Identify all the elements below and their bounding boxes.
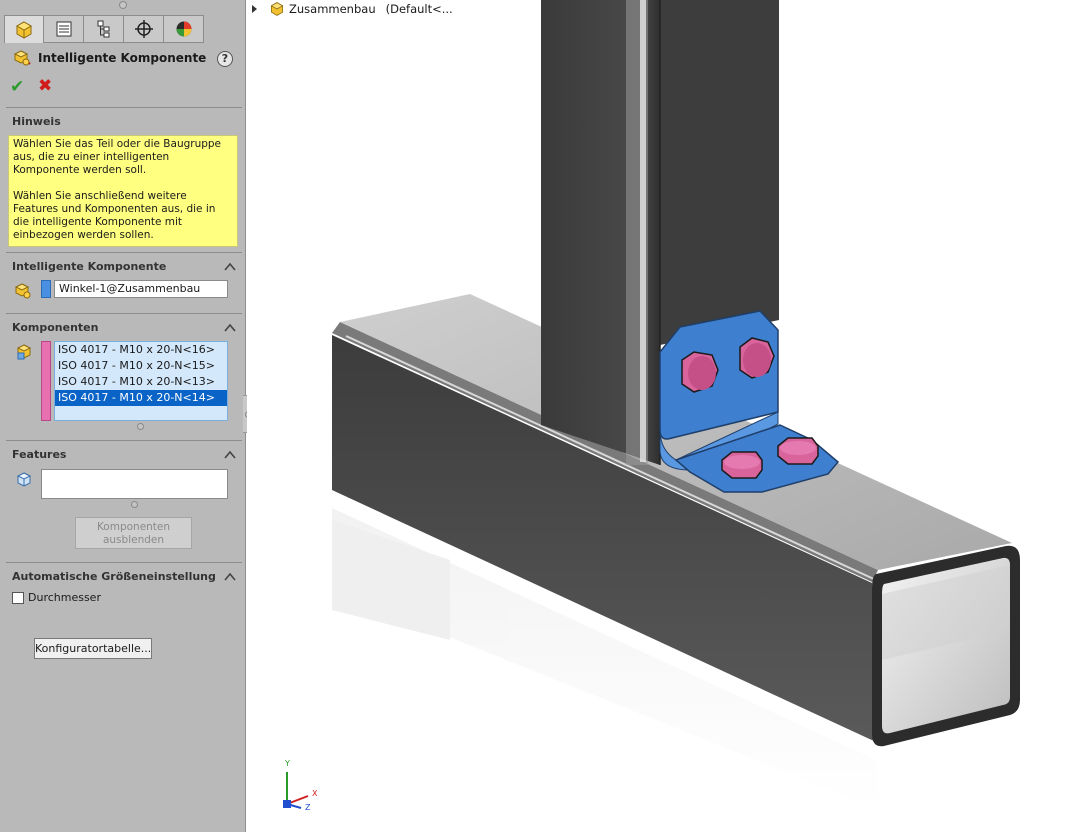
manager-tabbar: [4, 15, 204, 43]
tab-dimxpert-manager[interactable]: [124, 15, 164, 43]
diameter-checkbox[interactable]: [12, 592, 24, 604]
list-item-selected[interactable]: ISO 4017 - M10 x 20-N<14>: [55, 390, 227, 406]
list-item[interactable]: ISO 4017 - M10 x 20-N<16>: [55, 342, 227, 358]
feature-icon: [16, 472, 32, 487]
feature-tree-root[interactable]: Zusammenbau (Default<...: [252, 1, 453, 17]
listbox-resize-handle[interactable]: [137, 423, 144, 430]
collapse-chevron-icon[interactable]: [224, 262, 236, 271]
list-item[interactable]: ISO 4017 - M10 x 20-N<15>: [55, 358, 227, 374]
section-divider: [6, 107, 242, 108]
tab-configuration-manager[interactable]: [84, 15, 124, 43]
hide-components-label-line-1: Komponenten: [96, 521, 171, 533]
collapse-chevron-icon[interactable]: [224, 450, 236, 459]
hide-components-label-line-2: ausblenden: [102, 534, 165, 546]
smart-component-color-swatch: [41, 280, 51, 298]
collapse-chevron-icon[interactable]: [224, 572, 236, 581]
axis-label-z: Z: [305, 803, 311, 812]
smart-component-field[interactable]: Winkel-1@Zusammenbau: [54, 280, 228, 298]
hint-box: Wählen Sie das Teil oder die Baugruppe a…: [8, 135, 238, 247]
smart-component-icon: [13, 50, 31, 66]
features-resize-handle[interactable]: [131, 501, 138, 508]
section-divider: [6, 440, 242, 441]
features-section-header: Features: [12, 448, 67, 461]
components-listbox[interactable]: ISO 4017 - M10 x 20-N<16> ISO 4017 - M10…: [54, 341, 228, 421]
tab-display-manager[interactable]: [164, 15, 204, 43]
configuration-tree-icon: [97, 20, 109, 38]
hint-paragraph-2: Wählen Sie anschließend weitere Features…: [13, 190, 216, 241]
axis-label-x: X: [312, 789, 318, 798]
hide-components-button[interactable]: Komponenten ausblenden: [75, 517, 192, 549]
section-divider: [6, 313, 242, 314]
diameter-checkbox-label: Durchmesser: [28, 591, 101, 604]
section-divider: [6, 562, 242, 563]
bolt-14[interactable]: [777, 437, 819, 465]
list-item[interactable]: ISO 4017 - M10 x 20-N<13>: [55, 374, 227, 390]
graphics-area[interactable]: Zusammenbau (Default<... Y X Z: [247, 0, 1072, 832]
expand-arrow-icon[interactable]: [252, 5, 257, 13]
features-field[interactable]: [41, 469, 228, 499]
tab-property-manager[interactable]: [44, 15, 84, 43]
hint-paragraph-1: Wählen Sie das Teil oder die Baugruppe a…: [13, 138, 222, 176]
model-viewport[interactable]: [247, 0, 1072, 832]
bolt-16[interactable]: [681, 351, 719, 393]
property-manager-panel: Intelligente Komponente ? ✔ ✖ Hinweis Wä…: [0, 0, 246, 832]
appearance-sphere-icon: [176, 21, 191, 37]
ok-button[interactable]: ✔: [10, 77, 24, 97]
component-icon: [16, 344, 32, 360]
components-color-swatch: [41, 341, 51, 421]
pm-title-row: Intelligente Komponente: [12, 48, 206, 68]
assembly-icon: [15, 20, 33, 39]
axis-label-y: Y: [285, 759, 290, 768]
tree-root-label: Zusammenbau: [289, 2, 376, 16]
tree-config-label: (Default<...: [385, 2, 453, 16]
tab-feature-manager[interactable]: [4, 15, 44, 43]
smart-component-icon: [14, 283, 31, 299]
property-list-icon: [56, 21, 71, 37]
collapse-chevron-icon[interactable]: [224, 323, 236, 332]
panel-grip-handle[interactable]: [119, 1, 127, 9]
bolt-13[interactable]: [721, 451, 763, 479]
page-title: Intelligente Komponente: [38, 51, 207, 65]
auto-size-section-header: Automatische Größeneinstellung: [12, 570, 216, 583]
smart-component-section-header: Intelligente Komponente: [12, 260, 167, 273]
crosshair-icon: [134, 20, 153, 38]
cancel-button[interactable]: ✖: [38, 76, 52, 96]
hint-section-header: Hinweis: [12, 115, 61, 128]
assembly-icon: [270, 2, 284, 16]
section-divider: [6, 252, 242, 253]
help-button[interactable]: ?: [217, 51, 233, 67]
configurator-table-button[interactable]: Konfiguratortabelle...: [34, 638, 152, 659]
components-section-header: Komponenten: [12, 321, 99, 334]
